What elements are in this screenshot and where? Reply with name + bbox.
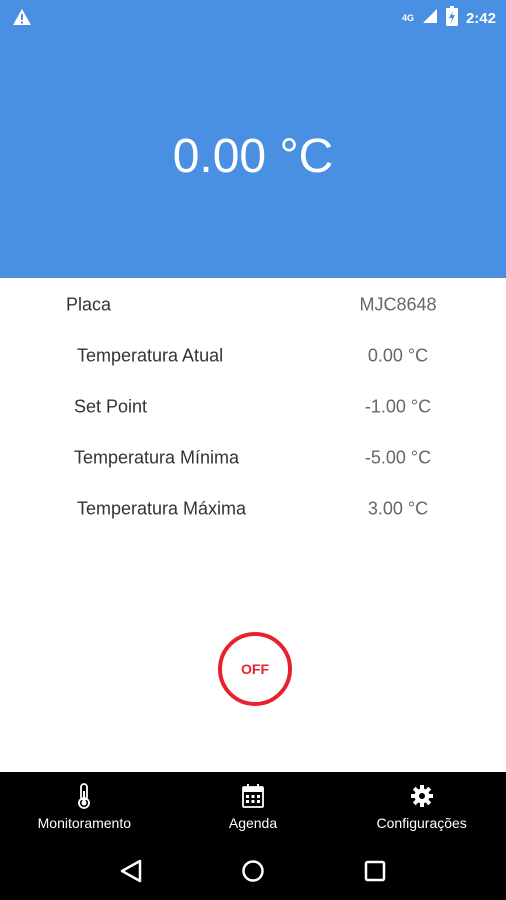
gear-icon bbox=[409, 783, 435, 809]
info-value: 3.00 °C bbox=[367, 498, 429, 519]
info-value: -5.00 °C bbox=[364, 447, 432, 468]
nav-label: Agenda bbox=[228, 815, 278, 831]
info-table: Placa MJC8648 Temperatura Atual 0.00 °C … bbox=[0, 278, 506, 533]
nav-item-agenda[interactable]: Agenda bbox=[169, 772, 338, 842]
nav-label: Monitoramento bbox=[37, 815, 132, 831]
info-row-set-point: Set Point -1.00 °C bbox=[0, 380, 506, 431]
back-icon[interactable] bbox=[116, 856, 146, 886]
bottom-nav: Monitoramento Agenda Configurações bbox=[0, 772, 506, 842]
info-label: Temperatura Mínima bbox=[74, 447, 240, 468]
temperature-header: 0.00 °C bbox=[0, 34, 506, 278]
info-value: -1.00 °C bbox=[364, 396, 432, 417]
recents-icon[interactable] bbox=[360, 856, 390, 886]
nav-item-configuracoes[interactable]: Configurações bbox=[337, 772, 506, 842]
info-label: Placa bbox=[66, 294, 112, 315]
info-label: Temperatura Atual bbox=[77, 345, 224, 366]
info-value: 0.00 °C bbox=[367, 345, 429, 366]
battery-icon bbox=[445, 6, 458, 31]
info-row-placa: Placa MJC8648 bbox=[0, 278, 506, 329]
calendar-icon bbox=[240, 783, 266, 809]
info-row-temperatura-minima: Temperatura Mínima -5.00 °C bbox=[0, 431, 506, 482]
network-type: 4G bbox=[401, 13, 414, 23]
clock: 2:42 bbox=[465, 10, 496, 27]
nav-label: Configurações bbox=[376, 815, 467, 831]
info-row-temperatura-atual: Temperatura Atual 0.00 °C bbox=[0, 329, 506, 380]
info-value: MJC8648 bbox=[359, 294, 437, 315]
info-row-temperatura-maxima: Temperatura Máxima 3.00 °C bbox=[0, 482, 506, 533]
power-toggle-button[interactable]: OFF bbox=[218, 632, 292, 706]
warning-icon bbox=[12, 8, 32, 31]
info-label: Set Point bbox=[74, 396, 148, 417]
nav-item-monitoramento[interactable]: Monitoramento bbox=[0, 772, 169, 842]
info-label: Temperatura Máxima bbox=[77, 498, 247, 519]
current-temperature: 0.00 °C bbox=[172, 129, 334, 183]
thermometer-icon bbox=[71, 783, 97, 809]
status-bar: 4G 2:42 bbox=[0, 0, 506, 34]
signal-icon bbox=[422, 8, 438, 29]
home-icon[interactable] bbox=[238, 856, 268, 886]
system-nav-bar bbox=[0, 842, 506, 900]
